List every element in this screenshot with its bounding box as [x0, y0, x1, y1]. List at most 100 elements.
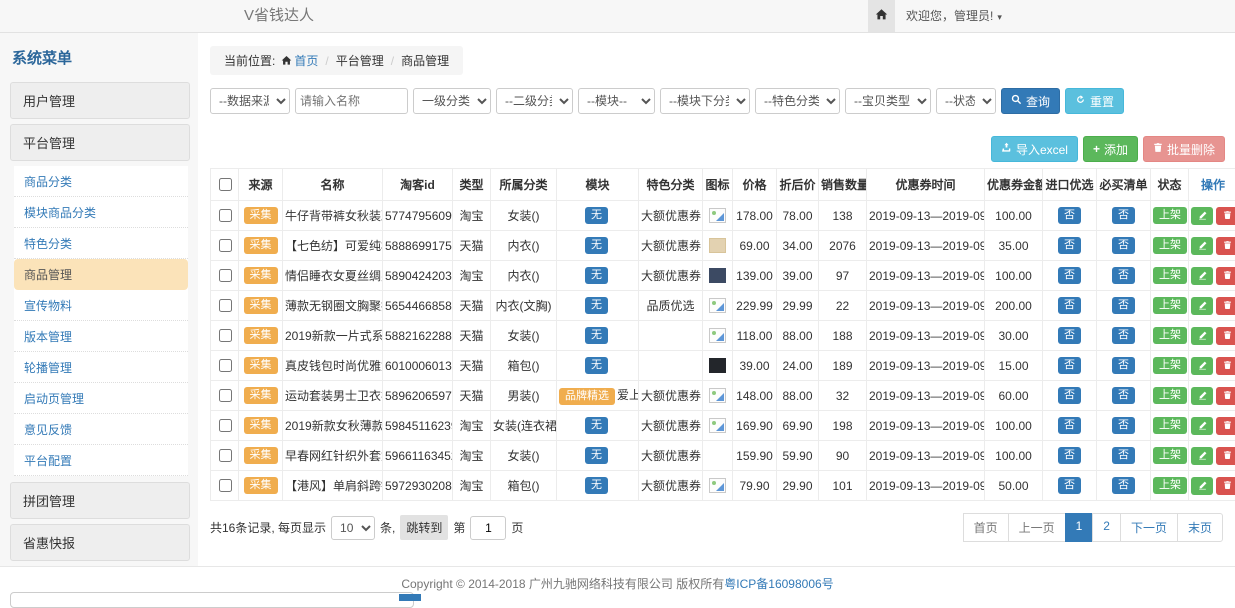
status-badge[interactable]: 上架 [1153, 297, 1187, 314]
category1-select[interactable]: 一级分类 [413, 88, 491, 114]
must-buy-flag-badge[interactable]: 否 [1112, 267, 1135, 284]
sidebar-subitem[interactable]: 商品管理 [14, 259, 188, 290]
import-flag-badge[interactable]: 否 [1058, 237, 1081, 254]
status-badge[interactable]: 上架 [1153, 357, 1187, 374]
status-badge[interactable]: 上架 [1153, 417, 1187, 434]
status-badge[interactable]: 上架 [1153, 267, 1187, 284]
delete-button[interactable] [1216, 387, 1235, 405]
data-source-select[interactable]: --数据来源-- [210, 88, 290, 114]
import-flag-badge[interactable]: 否 [1058, 417, 1081, 434]
delete-button[interactable] [1216, 207, 1235, 225]
delete-button[interactable] [1216, 477, 1235, 495]
select-all-checkbox[interactable] [219, 178, 232, 191]
import-flag-badge[interactable]: 否 [1058, 357, 1081, 374]
row-checkbox[interactable] [219, 359, 232, 372]
page-button[interactable]: 末页 [1177, 513, 1223, 542]
batch-delete-button[interactable]: 批量删除 [1143, 136, 1225, 162]
status-badge[interactable]: 上架 [1153, 447, 1187, 464]
row-checkbox[interactable] [219, 449, 232, 462]
name-search-input[interactable] [295, 88, 408, 114]
must-buy-flag-badge[interactable]: 否 [1112, 327, 1135, 344]
status-badge[interactable]: 上架 [1153, 387, 1187, 404]
sidebar-subitem[interactable]: 意见反馈 [14, 414, 188, 445]
must-buy-flag-badge[interactable]: 否 [1112, 237, 1135, 254]
row-checkbox[interactable] [219, 299, 232, 312]
add-button[interactable]: + 添加 [1083, 136, 1138, 162]
per-page-select[interactable]: 10 [331, 516, 375, 540]
page-button[interactable]: 1 [1065, 513, 1094, 542]
import-flag-badge[interactable]: 否 [1058, 267, 1081, 284]
sidebar-subitem[interactable]: 商品分类 [14, 166, 188, 197]
status-badge[interactable]: 上架 [1153, 207, 1187, 224]
must-buy-flag-badge[interactable]: 否 [1112, 387, 1135, 404]
edit-button[interactable] [1191, 327, 1213, 345]
import-excel-button[interactable]: 导入excel [991, 136, 1078, 162]
home-button[interactable] [868, 0, 895, 32]
status-select[interactable]: --状态-- [936, 88, 996, 114]
delete-button[interactable] [1216, 327, 1235, 345]
item-type-select[interactable]: --宝贝类型-- [845, 88, 931, 114]
delete-button[interactable] [1216, 237, 1235, 255]
sidebar-item[interactable]: 平台管理 [10, 124, 190, 161]
sidebar-subitem[interactable]: 平台配置 [14, 445, 188, 476]
import-flag-badge[interactable]: 否 [1058, 447, 1081, 464]
must-buy-flag-badge[interactable]: 否 [1112, 477, 1135, 494]
sidebar-subitem[interactable]: 轮播管理 [14, 352, 188, 383]
import-flag-badge[interactable]: 否 [1058, 387, 1081, 404]
page-button[interactable]: 2 [1092, 513, 1121, 542]
row-checkbox[interactable] [219, 269, 232, 282]
status-badge[interactable]: 上架 [1153, 327, 1187, 344]
row-checkbox[interactable] [219, 239, 232, 252]
import-flag-badge[interactable]: 否 [1058, 207, 1081, 224]
page-button[interactable]: 上一页 [1008, 513, 1066, 542]
import-flag-badge[interactable]: 否 [1058, 327, 1081, 344]
category2-select[interactable]: --二级分类-- [496, 88, 573, 114]
edit-button[interactable] [1191, 417, 1213, 435]
delete-button[interactable] [1216, 267, 1235, 285]
row-checkbox[interactable] [219, 479, 232, 492]
edit-button[interactable] [1191, 267, 1213, 285]
sidebar-item[interactable]: 拼团管理 [10, 482, 190, 519]
row-checkbox[interactable] [219, 209, 232, 222]
sidebar-subitem[interactable]: 特色分类 [14, 228, 188, 259]
row-checkbox[interactable] [219, 419, 232, 432]
delete-button[interactable] [1216, 417, 1235, 435]
page-button[interactable]: 下一页 [1120, 513, 1178, 542]
row-checkbox[interactable] [219, 329, 232, 342]
edit-button[interactable] [1191, 207, 1213, 225]
module-select[interactable]: --模块-- [578, 88, 655, 114]
search-button[interactable]: 查询 [1001, 88, 1060, 114]
sidebar-item[interactable]: 省惠快报 [10, 524, 190, 561]
icp-link[interactable]: 粤ICP备16098006号 [724, 577, 833, 591]
page-number-input[interactable] [470, 516, 506, 540]
page-button[interactable]: 首页 [963, 513, 1009, 542]
breadcrumb-home-link[interactable]: 首页 [294, 54, 318, 68]
status-badge[interactable]: 上架 [1153, 477, 1187, 494]
user-menu[interactable]: 欢迎您，管理员!▾ [906, 0, 1002, 33]
sidebar-subitem[interactable]: 模块商品分类 [14, 197, 188, 228]
status-badge[interactable]: 上架 [1153, 237, 1187, 254]
module-subcategory-select[interactable]: --模块下分类-- [660, 88, 750, 114]
must-buy-flag-badge[interactable]: 否 [1112, 447, 1135, 464]
must-buy-flag-badge[interactable]: 否 [1112, 207, 1135, 224]
must-buy-flag-badge[interactable]: 否 [1112, 417, 1135, 434]
edit-button[interactable] [1191, 447, 1213, 465]
edit-button[interactable] [1191, 387, 1213, 405]
must-buy-flag-badge[interactable]: 否 [1112, 357, 1135, 374]
sidebar-subitem[interactable]: 版本管理 [14, 321, 188, 352]
feature-category-select[interactable]: --特色分类-- [755, 88, 840, 114]
import-flag-badge[interactable]: 否 [1058, 297, 1081, 314]
sidebar-item[interactable]: 用户管理 [10, 82, 190, 119]
edit-button[interactable] [1191, 237, 1213, 255]
edit-button[interactable] [1191, 357, 1213, 375]
sidebar-subitem[interactable]: 宣传物料 [14, 290, 188, 321]
delete-button[interactable] [1216, 357, 1235, 375]
edit-button[interactable] [1191, 297, 1213, 315]
row-checkbox[interactable] [219, 389, 232, 402]
must-buy-flag-badge[interactable]: 否 [1112, 297, 1135, 314]
reset-button[interactable]: 重置 [1065, 88, 1124, 114]
delete-button[interactable] [1216, 447, 1235, 465]
edit-button[interactable] [1191, 477, 1213, 495]
delete-button[interactable] [1216, 297, 1235, 315]
sidebar-subitem[interactable]: 启动页管理 [14, 383, 188, 414]
